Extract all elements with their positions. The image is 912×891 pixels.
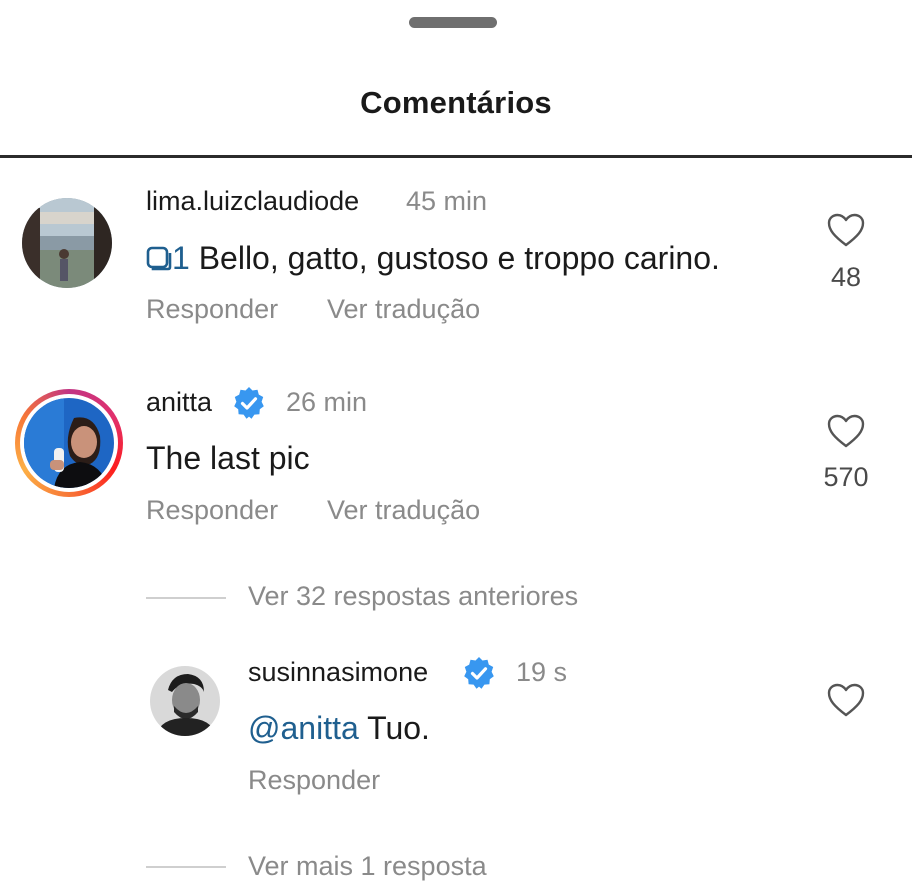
translate-button[interactable]: Ver tradução (327, 294, 480, 325)
avatar (24, 398, 114, 488)
verified-badge-icon (462, 656, 496, 690)
reply-time: 19 s (516, 657, 568, 687)
comment-time: 45 min (406, 186, 488, 216)
avatar-photo (22, 198, 112, 288)
like-count: 570 (823, 462, 869, 492)
thread-icon[interactable] (146, 242, 172, 279)
heart-icon[interactable] (826, 682, 866, 718)
reply-button[interactable]: Responder (248, 765, 380, 796)
avatar-photo (24, 398, 114, 488)
heart-icon[interactable] (826, 413, 866, 449)
comment-username[interactable]: lima.luizclaudiode (146, 186, 359, 217)
reply-text-row: @anitta Tuo. (248, 710, 430, 747)
avatar[interactable] (22, 198, 112, 288)
comment-text-row: 1 Bello, gatto, gustoso e troppo carino. (146, 240, 720, 279)
reply-text: Tuo. (358, 710, 430, 746)
header-divider (0, 155, 912, 158)
drag-handle[interactable] (409, 17, 497, 28)
reply-button[interactable]: Responder (146, 495, 278, 526)
page-title: Comentários (360, 85, 552, 120)
heart-icon[interactable] (826, 212, 866, 248)
verified-badge-icon (232, 386, 266, 420)
replies-divider-line (146, 597, 226, 599)
comment-text: The last pic (146, 440, 310, 476)
comment-time: 26 min (286, 387, 368, 417)
avatar-photo (150, 666, 220, 736)
like-count: 48 (830, 262, 862, 292)
avatar-story-ring[interactable] (15, 389, 123, 497)
replies-divider-line (146, 866, 226, 868)
view-previous-replies-button[interactable]: Ver 32 respostas anteriores (248, 581, 578, 612)
comment-username[interactable]: anitta (146, 387, 212, 418)
avatar[interactable] (150, 666, 220, 736)
reply-username[interactable]: susinnasimone (248, 657, 428, 688)
translate-button[interactable]: Ver tradução (327, 495, 480, 526)
comment-text: Bello, gatto, gustoso e troppo carino. (198, 240, 720, 276)
thread-count[interactable]: 1 (172, 240, 190, 276)
view-more-replies-button[interactable]: Ver mais 1 resposta (248, 851, 487, 882)
reply-button[interactable]: Responder (146, 294, 278, 325)
mention-link[interactable]: @anitta (248, 710, 359, 746)
